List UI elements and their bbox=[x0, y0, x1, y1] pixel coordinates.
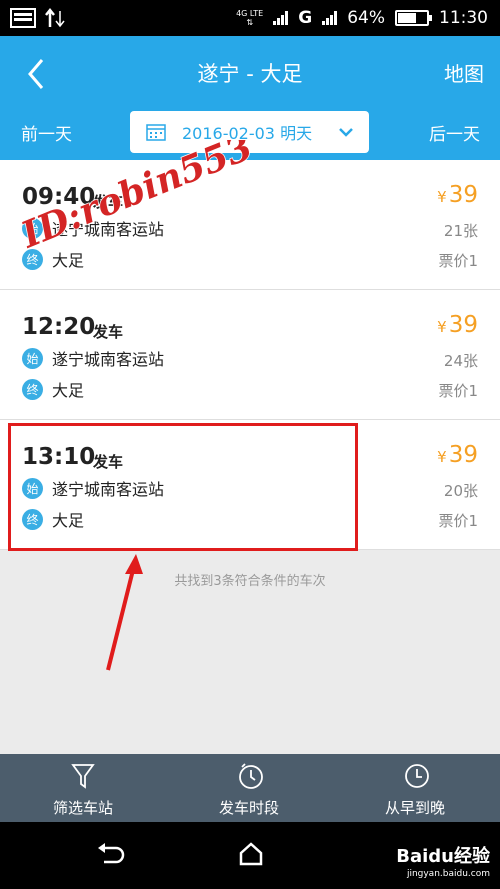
start-station-row: 始 遂宁城南客运站 bbox=[22, 346, 164, 370]
system-nav-bar: Baidu经验 jingyan.baidu.com bbox=[0, 822, 500, 889]
clock-icon bbox=[239, 763, 263, 789]
highlight-box bbox=[8, 423, 358, 551]
currency-symbol: ¥ bbox=[437, 188, 447, 206]
status-right-icons: 4G LTE ⇅ G 64% 11:30 bbox=[236, 0, 488, 36]
signal-strength-icon bbox=[273, 11, 289, 25]
seats-remaining: 20张 bbox=[443, 482, 478, 500]
carrier-g-label: G bbox=[298, 8, 313, 28]
filter-icon bbox=[71, 764, 95, 789]
notification-image-icon bbox=[10, 8, 36, 28]
tab-filter-station[interactable]: 筛选车站 bbox=[0, 754, 166, 822]
clock: 11:30 bbox=[439, 8, 488, 28]
tab-label: 筛选车站 bbox=[52, 799, 113, 817]
watermark: ID:robin553 bbox=[20, 140, 259, 257]
currency-symbol: ¥ bbox=[437, 318, 447, 336]
network-type: 4G LTE ⇅ bbox=[236, 9, 264, 27]
end-station-row: 终 大足 bbox=[22, 377, 84, 401]
departure-time: 12:20 bbox=[22, 314, 96, 340]
end-station: 大足 bbox=[52, 381, 85, 400]
chevron-down-icon bbox=[339, 128, 353, 137]
end-badge: 终 bbox=[22, 378, 43, 400]
baidu-logo: Baidu经验 bbox=[396, 846, 490, 867]
status-bar: 4G LTE ⇅ G 64% 11:30 bbox=[0, 0, 500, 36]
price-value: 39 bbox=[448, 182, 478, 208]
tab-depart-period[interactable]: 发车时段 bbox=[166, 754, 332, 822]
home-nav-icon[interactable] bbox=[238, 841, 264, 867]
battery-percent: 64% bbox=[347, 8, 385, 28]
price-value: 39 bbox=[448, 442, 478, 468]
seats-remaining: 24张 bbox=[443, 352, 478, 370]
fare-label: 票价1 bbox=[438, 382, 478, 400]
tab-label: 发车时段 bbox=[218, 799, 279, 817]
page-title: 遂宁 - 大足 bbox=[197, 62, 303, 86]
signal-strength-2-icon bbox=[322, 11, 338, 25]
data-transfer-icon bbox=[45, 7, 65, 28]
watermark-text: ID:robin553 bbox=[20, 140, 258, 257]
price: ¥39 bbox=[437, 442, 478, 468]
baidu-url: jingyan.baidu.com bbox=[406, 869, 490, 879]
clock-sort-icon bbox=[405, 764, 429, 788]
price: ¥39 bbox=[437, 312, 478, 338]
calendar-icon bbox=[146, 124, 166, 141]
price-value: 39 bbox=[448, 312, 478, 338]
depart-label: 发车 bbox=[93, 323, 124, 341]
status-left-icons bbox=[10, 7, 66, 29]
result-summary: 共找到3条符合条件的车次 bbox=[174, 574, 326, 589]
tab-label: 从早到晚 bbox=[384, 799, 445, 817]
map-button[interactable]: 地图 bbox=[444, 58, 484, 87]
tab-early-to-late[interactable]: 从早到晚 bbox=[332, 754, 498, 822]
fare-label: 票价1 bbox=[438, 252, 478, 270]
back-nav-icon[interactable] bbox=[96, 842, 126, 868]
trip-card[interactable]: 12:20 发车 始 遂宁城南客运站 终 大足 ¥39 24张 票价1 bbox=[0, 290, 500, 420]
start-badge: 始 bbox=[22, 347, 43, 369]
start-station: 遂宁城南客运站 bbox=[52, 350, 165, 369]
battery-icon bbox=[395, 10, 432, 26]
annotation-arrow-icon bbox=[106, 554, 143, 671]
next-day-button[interactable]: 后一天 bbox=[429, 120, 480, 145]
fare-label: 票价1 bbox=[438, 512, 478, 530]
currency-symbol: ¥ bbox=[437, 448, 447, 466]
price: ¥39 bbox=[437, 182, 478, 208]
seats-remaining: 21张 bbox=[443, 222, 478, 240]
bottom-tab-bar: 筛选车站 发车时段 从早到晚 bbox=[0, 754, 500, 822]
